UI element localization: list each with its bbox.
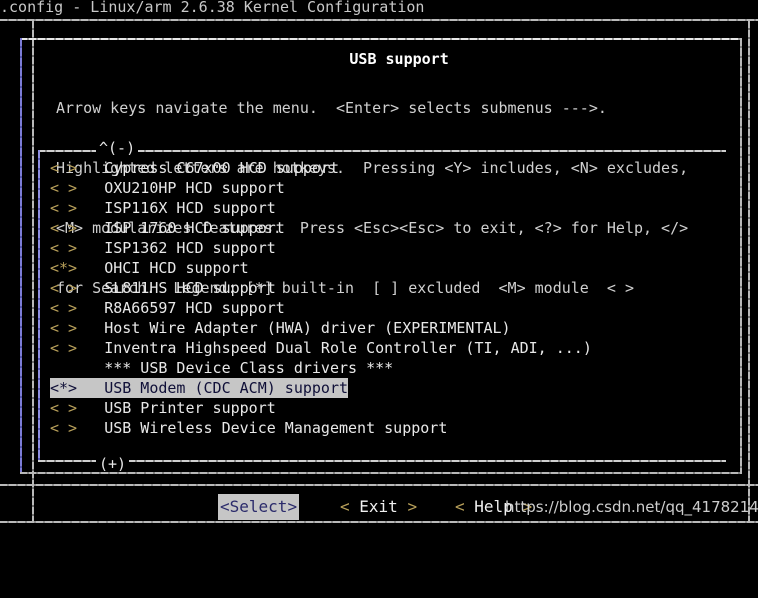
option-gap (77, 419, 104, 437)
option-label: ISP116X HCD support (104, 199, 276, 217)
config-items-container: < > Cypress C67x00 HCD support < > OXU210… (50, 158, 710, 438)
config-section-heading: *** USB Device Class drivers *** (50, 358, 393, 378)
option-state-marker: < > (50, 279, 78, 297)
option-state-marker: < > (50, 339, 78, 357)
option-gap (77, 259, 104, 277)
listbox-border-bottom (38, 460, 726, 462)
section-heading-label: *** USB Device Class drivers *** (104, 359, 394, 377)
option-gap (77, 379, 104, 397)
listbox-border-left (38, 150, 40, 462)
option-state-marker: < > (50, 399, 78, 417)
help-line-1: Arrow keys navigate the menu. <Enter> se… (56, 99, 607, 117)
exit-button-right-bracket: > (407, 497, 418, 516)
option-gap (77, 219, 104, 237)
config-option-row[interactable]: < > OXU210HP HCD support (50, 178, 285, 198)
config-option-row[interactable]: <*> USB Modem (CDC ACM) support (50, 378, 349, 398)
config-option-row[interactable]: < > SL811HS HCD support (50, 278, 276, 298)
select-button-right-bracket: > (287, 497, 298, 516)
option-state-marker: < > (50, 419, 78, 437)
option-state-marker: <*> (50, 259, 78, 277)
help-button-left-bracket: < (455, 497, 465, 516)
option-gap (77, 279, 104, 297)
option-gap (77, 159, 104, 177)
scroll-down-indicator[interactable]: (+) (96, 457, 130, 472)
frame-rule-middle (0, 484, 758, 486)
option-gap (77, 399, 104, 417)
option-gap (77, 319, 104, 337)
option-state-marker: < > (50, 239, 78, 257)
option-state-marker: < > (50, 159, 78, 177)
usb-support-dialog: USB support Arrow keys navigate the menu… (20, 38, 742, 474)
option-state-marker: <*> (50, 379, 78, 397)
option-label: Host Wire Adapter (HWA) driver (EXPERIME… (104, 319, 511, 337)
config-option-row[interactable]: < > USB Wireless Device Management suppo… (50, 418, 447, 438)
dialog-border-left (20, 38, 22, 474)
dialog-border-bottom (20, 472, 742, 474)
config-option-row[interactable]: <*> OHCI HCD support (50, 258, 249, 278)
option-state-marker: < > (50, 219, 78, 237)
config-option-row[interactable]: < > ISP116X HCD support (50, 198, 276, 218)
option-label: OHCI HCD support (104, 259, 249, 277)
scroll-up-indicator[interactable]: ^(-) (96, 141, 139, 156)
heading-spacer (50, 359, 77, 377)
watermark-url: https://blog.csdn.net/qq_41782149 (505, 498, 758, 516)
option-label: USB Wireless Device Management support (104, 419, 448, 437)
exit-button[interactable]: < Exit > (340, 494, 417, 520)
exit-button-label: Exit (349, 497, 408, 516)
option-label: R8A66597 HCD support (104, 299, 285, 317)
config-option-row[interactable]: < > ISP 1760 HCD support (50, 218, 285, 238)
option-label: SL811HS HCD support (104, 279, 276, 297)
select-button-left-bracket: < (220, 497, 230, 516)
option-label: ISP1362 HCD support (104, 239, 276, 257)
option-label: ISP 1760 HCD support (104, 219, 285, 237)
option-state-marker: < > (50, 299, 78, 317)
config-option-row[interactable]: < > Inventra Highspeed Dual Role Control… (50, 338, 592, 358)
select-button[interactable]: <Select> (218, 494, 300, 520)
option-gap (77, 199, 104, 217)
config-option-row[interactable]: < > Cypress C67x00 HCD support (50, 158, 339, 178)
option-gap (77, 239, 104, 257)
config-option-row[interactable]: < > R8A66597 HCD support (50, 298, 285, 318)
window-title: .config - Linux/arm 2.6.38 Kernel Config… (0, 0, 425, 16)
option-gap (77, 179, 104, 197)
option-state-marker: < > (50, 179, 78, 197)
option-label: OXU210HP HCD support (104, 179, 285, 197)
dialog-border-right (740, 38, 742, 474)
listbox-border-top (38, 150, 726, 152)
frame-rule-top (0, 19, 758, 21)
config-option-row[interactable]: < > ISP1362 HCD support (50, 238, 276, 258)
frame-rule-bottom (0, 521, 758, 523)
select-button-label: Select (229, 497, 288, 516)
option-gap (77, 339, 104, 357)
option-label: USB Printer support (104, 399, 276, 417)
option-label: Inventra Highspeed Dual Role Controller … (104, 339, 592, 357)
option-gap (77, 299, 104, 317)
frame-rule-right (748, 21, 750, 521)
option-label: Cypress C67x00 HCD support (104, 159, 339, 177)
config-option-list[interactable]: ^(-) (+) < > Cypress C67x00 HCD support <… (38, 141, 726, 472)
option-gap (77, 359, 104, 377)
exit-button-left-bracket: < (340, 497, 350, 516)
option-label: USB Modem (CDC ACM) support (104, 379, 349, 397)
config-option-row[interactable]: < > Host Wire Adapter (HWA) driver (EXPE… (50, 318, 511, 338)
option-state-marker: < > (50, 199, 78, 217)
config-option-row[interactable]: < > USB Printer support (50, 398, 276, 418)
option-state-marker: < > (50, 319, 78, 337)
